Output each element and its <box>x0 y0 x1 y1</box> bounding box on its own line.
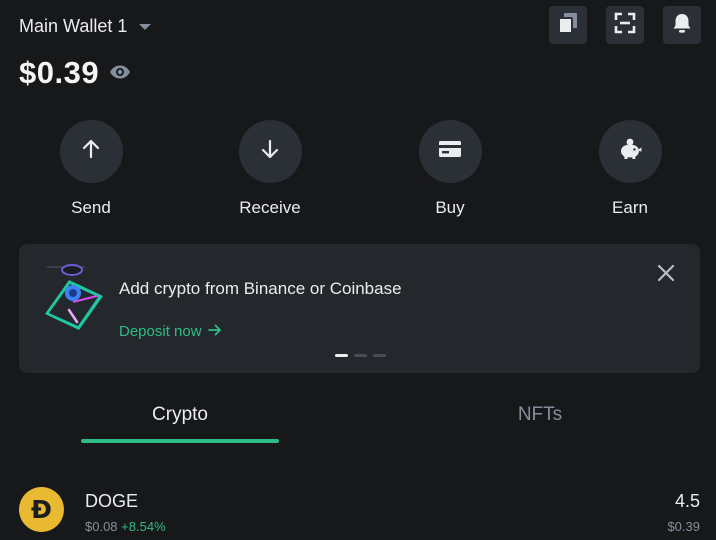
doge-glyph: Ð <box>31 495 52 524</box>
piggy-bank-icon <box>617 137 643 166</box>
receive-circle <box>238 120 302 183</box>
balance-row: $0.39 <box>19 55 131 91</box>
deposit-illustration-icon <box>39 260 107 335</box>
asset-price: $0.08 <box>85 519 118 534</box>
earn-circle <box>598 120 662 183</box>
asset-row-doge[interactable]: Ð DOGE $0.08 +8.54% 4.5 $0.39 <box>0 480 716 540</box>
banner-title: Add crypto from Binance or Coinbase <box>119 279 402 298</box>
notifications-button[interactable] <box>663 6 701 44</box>
receive-button[interactable]: Receive <box>220 120 320 218</box>
asset-change: +8.54% <box>121 519 166 534</box>
buy-circle <box>418 120 482 183</box>
asset-amount: 4.5 <box>674 491 700 511</box>
scan-button[interactable] <box>606 6 644 44</box>
copy-button[interactable] <box>549 6 587 44</box>
close-icon <box>657 264 675 287</box>
tab-nfts[interactable]: NFTs <box>440 404 640 426</box>
buy-button[interactable]: Buy <box>400 120 500 218</box>
carousel-dot-active[interactable] <box>335 354 348 357</box>
scan-icon <box>614 12 636 39</box>
asset-symbol: DOGE <box>85 491 139 511</box>
arrow-up-icon <box>79 137 103 166</box>
copy-icon <box>558 12 578 39</box>
card-icon <box>438 139 462 164</box>
doge-coin-icon: Ð <box>19 487 64 532</box>
tab-crypto[interactable]: Crypto <box>80 404 280 426</box>
banner-close-button[interactable] <box>653 262 679 288</box>
earn-label: Earn <box>612 198 648 217</box>
carousel-dot[interactable] <box>354 354 367 357</box>
receive-label: Receive <box>239 198 301 217</box>
carousel-dot[interactable] <box>373 354 386 357</box>
earn-button[interactable]: Earn <box>580 120 680 218</box>
chevron-down-icon <box>139 24 152 30</box>
arrow-right-icon <box>207 323 222 340</box>
total-balance: $0.39 <box>19 55 100 90</box>
arrow-down-icon <box>258 137 282 166</box>
buy-label: Buy <box>435 198 465 217</box>
asset-value: $0.39 <box>667 519 700 534</box>
promo-banner[interactable]: Add crypto from Binance or Coinbase Depo… <box>19 244 700 373</box>
bell-icon <box>671 12 693 39</box>
deposit-now-link[interactable]: Deposit now <box>119 323 222 340</box>
send-button[interactable]: Send <box>41 120 141 218</box>
tab-active-indicator <box>81 439 279 443</box>
asset-price-line: $0.08 +8.54% <box>85 519 166 534</box>
wallet-selector[interactable]: Main Wallet 1 <box>19 12 152 40</box>
send-label: Send <box>71 198 111 217</box>
deposit-now-label: Deposit now <box>119 323 202 340</box>
send-circle <box>59 120 123 183</box>
wallet-name: Main Wallet 1 <box>19 15 128 36</box>
eye-icon[interactable] <box>109 64 131 85</box>
